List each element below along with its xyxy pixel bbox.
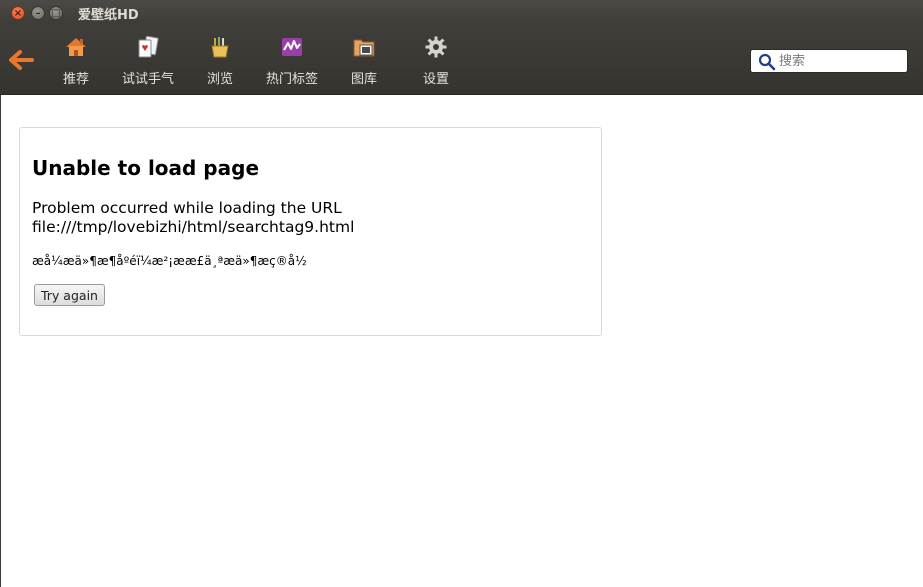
toolbar-item-gallery[interactable]: 图库 [344,31,384,89]
error-message: Problem occurred while loading the URL f… [32,199,354,237]
search-icon [758,53,776,71]
toolbar-item-lucky[interactable]: 试试手气 [116,31,180,89]
gear-icon [425,36,447,58]
chart-wave-icon [282,38,302,56]
toolbar-item-recommend[interactable]: 推荐 [56,31,96,89]
error-url: file:///tmp/lovebizhi/html/searchtag9.ht… [32,218,355,236]
home-icon [66,38,86,56]
brush-cup-icon [211,37,229,58]
window-title: 爱壁纸HD [78,8,139,23]
search-input[interactable] [779,52,903,70]
main-toolbar: 推荐 试试手气 浏览 热门标签 图库 设置 搜索 [0,25,923,95]
close-window-button[interactable]: × [11,6,25,20]
toolbar-item-hot-tags[interactable]: 热门标签 [260,31,324,89]
error-title: Unable to load page [32,156,260,180]
title-bar: × – □ 爱壁纸HD [0,0,923,25]
back-button[interactable] [8,49,36,71]
maximize-window-button[interactable]: □ [49,6,63,20]
toolbar-item-label: 推荐 [62,72,89,87]
minimize-window-button[interactable]: – [31,6,45,20]
app-window: × – □ 爱壁纸HD 推荐 试试手气 浏览 热门标签 图库 设置 搜索 Una… [0,0,923,587]
error-detail: æå¼æä»¶æ¶åºéï¼æ²¡ææ£ä¸ªæä»¶æç®å½ [32,254,307,268]
toolbar-item-label: 试试手气 [121,72,174,87]
content-area: Unable to load page Problem occurred whi… [0,95,923,587]
playing-cards-icon [138,35,159,58]
error-message-line: Problem occurred while loading the URL [32,199,342,217]
error-panel: Unable to load page Problem occurred whi… [19,127,602,336]
toolbar-item-label: 浏览 [206,72,233,87]
toolbar-item-label: 图库 [350,72,377,87]
toolbar-item-label: 设置 [422,72,449,87]
toolbar-item-label: 热门标签 [265,72,318,87]
toolbar-item-browse[interactable]: 浏览 [200,31,240,89]
search-box [750,49,908,73]
try-again-button[interactable]: Try again [34,284,105,306]
toolbar-item-settings[interactable]: 设置 [416,31,456,89]
gallery-folder-icon [353,39,375,57]
arrow-left-icon [9,50,34,70]
